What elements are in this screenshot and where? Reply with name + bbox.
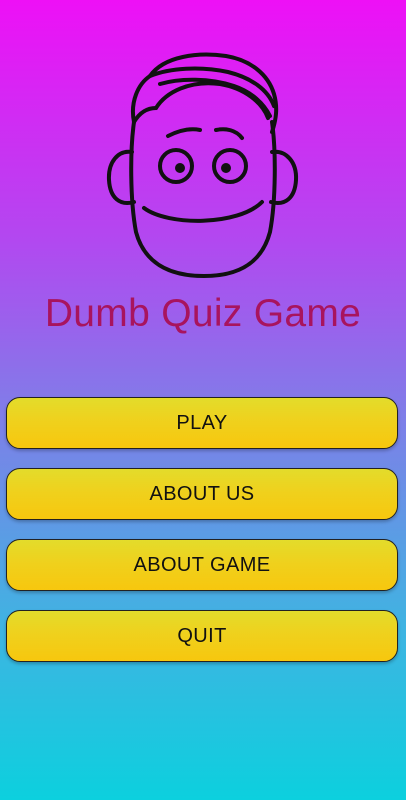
app-title: Dumb Quiz Game bbox=[44, 292, 362, 335]
main-menu: PLAY ABOUT US ABOUT GAME QUIT bbox=[6, 397, 400, 681]
about-us-button[interactable]: ABOUT US bbox=[6, 468, 398, 520]
play-button[interactable]: PLAY bbox=[6, 397, 398, 449]
about-game-button[interactable]: ABOUT GAME bbox=[6, 539, 398, 591]
quit-button[interactable]: QUIT bbox=[6, 610, 398, 662]
cartoon-face-icon bbox=[100, 50, 306, 280]
